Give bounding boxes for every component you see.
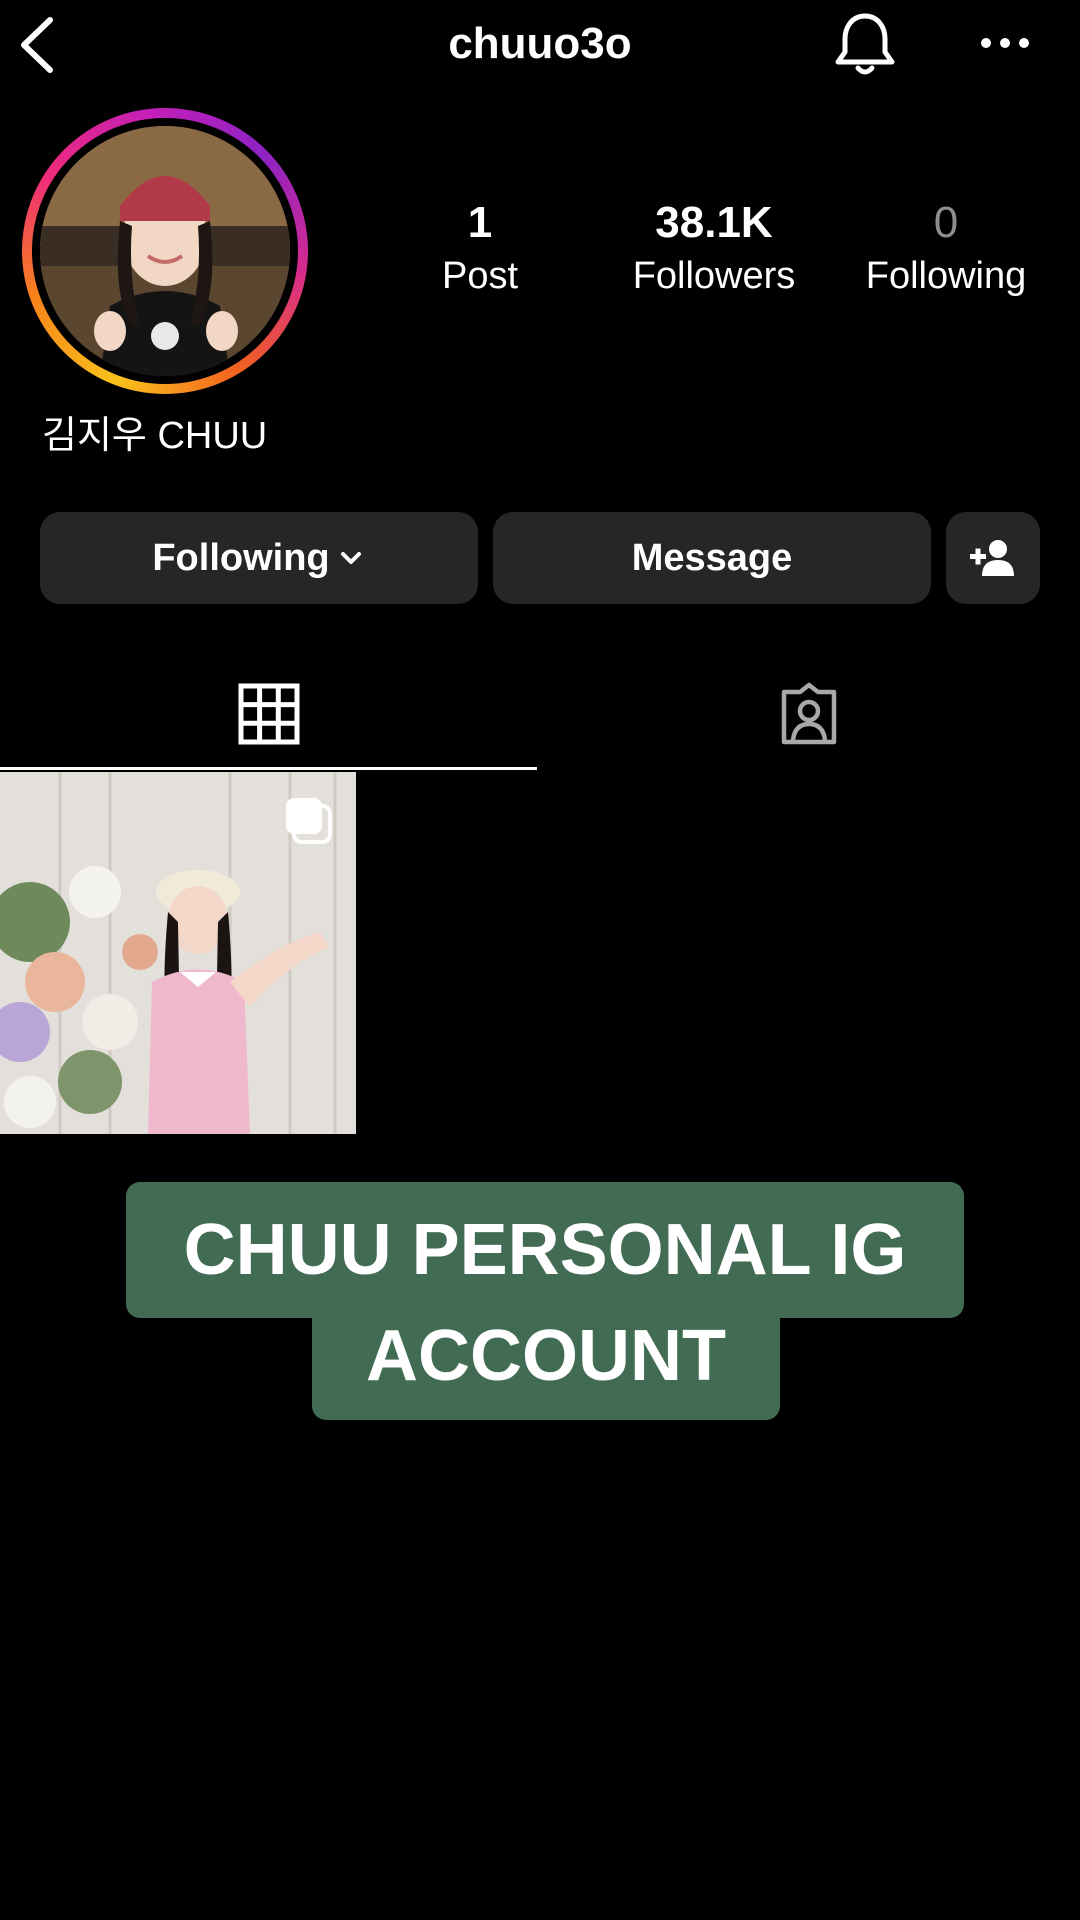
- caption-line-2: ACCOUNT: [312, 1310, 780, 1420]
- post-thumbnail[interactable]: [0, 772, 356, 1134]
- followers-label: Followers: [632, 255, 796, 297]
- avatar-photo: [40, 126, 290, 376]
- following-button-label: Following: [152, 536, 330, 579]
- caption-line-1: CHUU PERSONAL IG: [126, 1182, 964, 1318]
- message-button[interactable]: Message: [493, 512, 931, 604]
- posts-label: Post: [441, 255, 519, 297]
- posts-count: 1: [467, 198, 493, 247]
- display-name: 김지우 CHUU: [42, 415, 268, 457]
- followers-stat[interactable]: 38.1K Followers: [604, 195, 824, 301]
- avatar[interactable]: [40, 126, 290, 376]
- bell-icon: [835, 13, 895, 75]
- more-horizontal-icon: [981, 38, 1029, 48]
- posts-stat[interactable]: 1 Post: [370, 195, 590, 301]
- following-stat[interactable]: 0 Following: [836, 195, 1056, 301]
- tab-posts-grid[interactable]: [0, 660, 537, 770]
- tagged-person-icon: [781, 682, 836, 745]
- followers-count: 38.1K: [655, 198, 773, 247]
- carousel-icon: [286, 798, 332, 844]
- notifications-button[interactable]: [830, 8, 900, 80]
- add-person-icon: [970, 540, 1014, 576]
- tab-tagged[interactable]: [537, 660, 1080, 770]
- following-count: 0: [933, 198, 959, 247]
- message-button-label: Message: [631, 536, 793, 579]
- following-button[interactable]: Following: [40, 512, 478, 604]
- following-label: Following: [865, 255, 1027, 297]
- page-title: chuuo3o: [448, 19, 632, 68]
- more-options-button[interactable]: [975, 20, 1035, 66]
- suggested-accounts-button[interactable]: [946, 512, 1040, 604]
- grid-icon: [238, 683, 299, 744]
- chevron-down-icon: [340, 552, 361, 564]
